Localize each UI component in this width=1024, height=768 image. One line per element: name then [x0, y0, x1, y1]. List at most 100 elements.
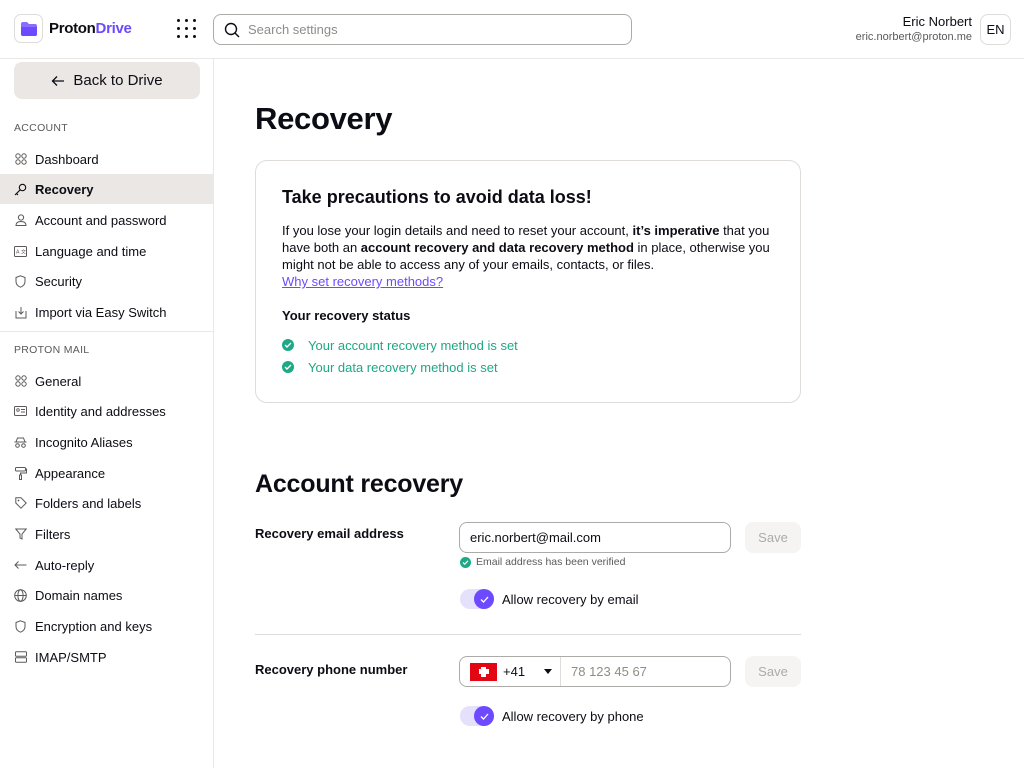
id-card-icon — [14, 405, 27, 418]
globe-icon — [14, 588, 27, 602]
email-verified-text: Email address has been verified — [476, 556, 626, 568]
grid-icon — [14, 375, 27, 388]
sidebar-item-incognito-aliases[interactable]: Incognito Aliases — [0, 427, 213, 457]
account-section-title: ACCOUNT — [14, 122, 69, 134]
sidebar-item-recovery[interactable]: Recovery — [0, 174, 213, 204]
card-title: Take precautions to avoid data loss! — [282, 187, 592, 207]
why-set-recovery-link[interactable]: Why set recovery methods? — [282, 273, 774, 290]
drive-folder-icon — [14, 14, 43, 43]
sidebar-item-encryption-and-keys[interactable]: Encryption and keys — [0, 611, 213, 641]
search-settings-field[interactable] — [213, 14, 632, 45]
top-header: ProtonDrive Eric Norbert eric.norbert@pr… — [0, 0, 1024, 59]
sidebar-item-label: Language and time — [35, 243, 147, 259]
sidebar-item-label: Account and password — [35, 212, 167, 228]
sidebar-item-label: Folders and labels — [35, 495, 142, 511]
back-to-drive-label: Back to Drive — [73, 72, 163, 89]
proton-drive-logo[interactable]: ProtonDrive — [14, 14, 132, 43]
data-recovery-status-text: Your data recovery method is set — [308, 359, 498, 375]
sidebar-item-security[interactable]: Security — [0, 266, 213, 296]
import-icon — [14, 306, 27, 319]
check-circle-icon — [282, 339, 294, 351]
email-verified-note: Email address has been verified — [460, 556, 625, 568]
arrow-left-icon — [51, 75, 65, 86]
caret-down-icon — [544, 669, 552, 674]
back-to-drive-button[interactable]: Back to Drive — [14, 62, 200, 99]
user-info[interactable]: Eric Norbert eric.norbert@proton.me — [856, 14, 972, 44]
sidebar-item-language-and-time[interactable]: A文 Language and time — [0, 236, 213, 266]
sidebar-item-label: IMAP/SMTP — [35, 649, 107, 665]
allow-recovery-by-email-toggle[interactable]: Allow recovery by email — [460, 589, 639, 609]
checkmark-icon — [474, 706, 494, 726]
sidebar-item-label: General — [35, 373, 82, 389]
save-email-button[interactable]: Save — [745, 522, 801, 553]
save-phone-button[interactable]: Save — [745, 656, 801, 687]
sidebar-divider — [0, 331, 213, 332]
sidebar-item-filters[interactable]: Filters — [0, 519, 213, 549]
proton-mail-section-title: PROTON MAIL — [14, 344, 90, 356]
phone-recovery-switch[interactable] — [460, 706, 494, 726]
search-icon — [224, 22, 240, 37]
sidebar-item-label: Identity and addresses — [35, 403, 166, 419]
sidebar-item-label: Dashboard — [35, 151, 99, 167]
sidebar-item-label: Filters — [35, 526, 71, 542]
recovery-phone-field: +41 — [459, 656, 731, 687]
checkmark-icon — [474, 589, 494, 609]
main-content: Recovery Take precautions to avoid data … — [214, 59, 1024, 768]
allow-email-label: Allow recovery by email — [502, 591, 639, 607]
check-circle-icon — [460, 556, 471, 568]
user-email: eric.norbert@proton.me — [855, 31, 972, 43]
svg-text:文: 文 — [21, 248, 26, 255]
sidebar-item-label: Domain names — [35, 587, 123, 603]
sidebar-item-dashboard[interactable]: Dashboard — [0, 144, 213, 174]
sidebar-item-domain-names[interactable]: Domain names — [0, 580, 213, 610]
shield-icon — [14, 274, 27, 288]
apps-grid-icon[interactable] — [177, 19, 197, 39]
account-recovery-status: Your account recovery method is set — [282, 337, 774, 353]
sidebar-item-label: Security — [35, 273, 82, 289]
sidebar-item-appearance[interactable]: Appearance — [0, 458, 213, 488]
sidebar-item-auto-reply[interactable]: Auto-reply — [0, 550, 213, 580]
recovery-email-input[interactable] — [459, 522, 731, 553]
sidebar-item-label: Encryption and keys — [35, 618, 153, 634]
card-description: If you lose your login details and need … — [282, 223, 770, 272]
sidebar-item-label: Incognito Aliases — [35, 434, 133, 450]
country-code-select[interactable]: +41 — [460, 657, 561, 686]
data-recovery-status: Your data recovery method is set — [282, 359, 774, 375]
tag-icon — [14, 497, 27, 510]
grid-icon — [14, 153, 27, 166]
country-code: +41 — [503, 664, 526, 679]
section-divider — [255, 634, 801, 635]
check-circle-icon — [282, 361, 294, 373]
user-name: Eric Norbert — [902, 14, 972, 29]
phone-number-input[interactable] — [561, 664, 721, 679]
svg-text:A: A — [16, 249, 20, 255]
brand-name: ProtonDrive — [49, 20, 132, 37]
email-recovery-switch[interactable] — [460, 589, 494, 609]
incognito-icon — [14, 436, 27, 449]
sidebar-item-identity-and-addresses[interactable]: Identity and addresses — [0, 396, 213, 426]
filter-icon — [14, 528, 27, 541]
search-input[interactable] — [248, 22, 618, 37]
sidebar-item-label: Recovery — [35, 181, 94, 197]
sidebar-item-folders-and-labels[interactable]: Folders and labels — [0, 488, 213, 518]
sidebar-item-label: Appearance — [35, 465, 106, 481]
sidebar-item-import-via-easy-switch[interactable]: Import via Easy Switch — [0, 297, 213, 327]
settings-sidebar: Back to Drive ACCOUNT Dashboard Recovery… — [0, 59, 214, 768]
sidebar-item-label: Auto-reply — [35, 557, 95, 573]
account-recovery-heading: Account recovery — [255, 470, 463, 498]
allow-recovery-by-phone-toggle[interactable]: Allow recovery by phone — [460, 706, 644, 726]
key-icon — [14, 183, 27, 196]
language-button[interactable]: EN — [980, 14, 1011, 45]
sidebar-item-account-and-password[interactable]: Account and password — [0, 205, 213, 235]
reply-icon — [14, 559, 27, 572]
paint-roller-icon — [14, 466, 27, 480]
language-icon: A文 — [14, 245, 27, 258]
user-icon — [14, 214, 27, 227]
sidebar-item-general[interactable]: General — [0, 366, 213, 396]
allow-phone-label: Allow recovery by phone — [502, 708, 644, 724]
precautions-card: Take precautions to avoid data loss! If … — [255, 160, 801, 403]
page-title: Recovery — [255, 101, 393, 136]
shield-icon — [14, 619, 27, 633]
sidebar-item-label: Import via Easy Switch — [35, 304, 167, 320]
sidebar-item-imap-smtp[interactable]: IMAP/SMTP — [0, 642, 213, 672]
